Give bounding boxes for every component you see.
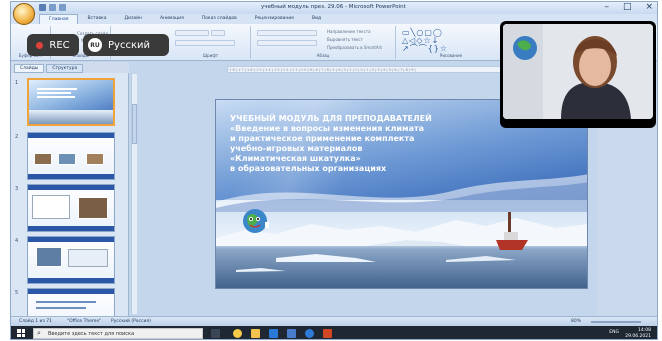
- chrome-icon[interactable]: [233, 329, 242, 338]
- title-bar: учебный модуль през. 29.06 - Microsoft P…: [11, 2, 657, 14]
- tab-animation[interactable]: Анимация: [151, 14, 193, 24]
- close-button[interactable]: ×: [645, 2, 653, 13]
- tab-view[interactable]: Вид: [303, 14, 330, 24]
- tab-slideshow[interactable]: Показ слайдов: [193, 14, 246, 24]
- shapes-gallery[interactable]: ▭╲○▢◯ △◁◇☆↓ ↗⌒⌒{}☆: [402, 29, 448, 53]
- theme-name: "Office Theme": [67, 319, 102, 324]
- slide-thumbnail-4[interactable]: [27, 236, 115, 284]
- tab-insert[interactable]: Вставка: [78, 14, 115, 24]
- clock-date: 29.06.2021: [625, 333, 651, 339]
- smartart-label[interactable]: Преобразовать в SmartArt: [327, 45, 382, 50]
- thumb-number: 1: [15, 80, 19, 86]
- pane-tabs: Слайды Структура: [11, 62, 129, 73]
- window-title: учебный модуль през. 29.06 - Microsoft P…: [261, 4, 406, 10]
- language-name: Русский: [108, 39, 150, 51]
- thumb-number: 5: [15, 290, 19, 296]
- slides-pane: Слайды Структура 1 2 3 4 5: [11, 62, 129, 336]
- rec-indicator[interactable]: REC: [27, 34, 79, 56]
- tab-outline[interactable]: Структура: [46, 64, 84, 73]
- app-icon[interactable]: [305, 329, 314, 338]
- window-controls: – □ ×: [604, 2, 653, 13]
- thumb-number: 3: [15, 186, 19, 192]
- language-indicator[interactable]: RU Русский: [83, 34, 169, 56]
- align-buttons[interactable]: [257, 40, 317, 46]
- font-size-box[interactable]: [211, 30, 225, 36]
- slide-title-line: учебно-игровых материалов: [230, 144, 363, 153]
- redo-icon[interactable]: [59, 4, 66, 11]
- font-group: Шрифт: [171, 26, 251, 59]
- maximize-button[interactable]: □: [623, 2, 632, 13]
- tray-clock[interactable]: 14:08 29.06.2021: [625, 328, 651, 339]
- tray-language[interactable]: ENG: [609, 330, 619, 335]
- text-direction-label[interactable]: Направление текста: [327, 29, 371, 34]
- tab-home[interactable]: Главная: [39, 14, 79, 24]
- status-bar: Слайд 1 из 71 "Office Theme" Русский (Ро…: [11, 316, 657, 326]
- font-name-box[interactable]: [175, 30, 209, 36]
- windows-start-icon[interactable]: [17, 329, 25, 337]
- language-status: Русский (Россия): [111, 319, 151, 324]
- rec-label: REC: [49, 39, 70, 51]
- quick-access-toolbar: [39, 4, 66, 11]
- office-button[interactable]: [13, 3, 35, 25]
- tab-review[interactable]: Рецензирование: [246, 14, 303, 24]
- slide-thumbnail-2[interactable]: [27, 132, 115, 180]
- task-view-icon[interactable]: [211, 329, 220, 338]
- search-placeholder: Введите здесь текст для поиска: [48, 331, 135, 337]
- undo-icon[interactable]: [49, 4, 56, 11]
- group-label-font: Шрифт: [202, 53, 219, 58]
- drawing-group: ▭╲○▢◯ △◁◇☆↓ ↗⌒⌒{}☆ Рисование: [396, 26, 506, 59]
- windows-taskbar: ⌕ Введите здесь текст для поиска ENG 14:…: [11, 326, 657, 339]
- list-buttons[interactable]: [257, 30, 317, 36]
- zoom-level[interactable]: 80%: [571, 319, 581, 324]
- record-dot-icon: [36, 41, 44, 49]
- file-explorer-icon[interactable]: [251, 329, 260, 338]
- group-label-drawing: Рисование: [439, 53, 463, 58]
- pane-scrollbar[interactable]: [131, 74, 137, 314]
- search-icon: ⌕: [37, 329, 41, 337]
- language-badge: RU: [88, 38, 102, 52]
- screen-capture: учебный модуль през. 29.06 - Microsoft P…: [0, 0, 662, 341]
- align-text-label[interactable]: Выровнять текст: [327, 37, 363, 42]
- app-icon[interactable]: [269, 329, 278, 338]
- webcam-feed: [503, 24, 653, 119]
- app-icon[interactable]: [287, 329, 296, 338]
- tab-slides[interactable]: Слайды: [14, 64, 45, 73]
- thumb-number: 2: [15, 134, 19, 140]
- group-label-paragraph: Абзац: [316, 53, 330, 58]
- slide-title-line: и практическое применение комплекта: [230, 134, 415, 143]
- slide-thumbnail-1[interactable]: [27, 78, 115, 126]
- font-format-buttons[interactable]: [175, 40, 235, 46]
- tab-design[interactable]: Дизайн: [116, 14, 151, 24]
- thumb-number: 4: [15, 238, 19, 244]
- minimize-button[interactable]: –: [604, 2, 609, 13]
- taskbar-search[interactable]: ⌕ Введите здесь текст для поиска: [33, 328, 203, 339]
- webcam-overlay[interactable]: [500, 21, 656, 128]
- powerpoint-taskbar-icon[interactable]: [323, 329, 332, 338]
- slide-counter: Слайд 1 из 71: [19, 319, 53, 324]
- zoom-slider[interactable]: [591, 321, 641, 323]
- slide-title-line: «Климатическая шкатулка»: [230, 154, 361, 163]
- save-icon[interactable]: [39, 4, 46, 11]
- earth-mascot-icon: [243, 209, 269, 233]
- slide-thumbnail-3[interactable]: [27, 184, 115, 232]
- paragraph-group: Направление текста Выровнять текст Преоб…: [251, 26, 396, 59]
